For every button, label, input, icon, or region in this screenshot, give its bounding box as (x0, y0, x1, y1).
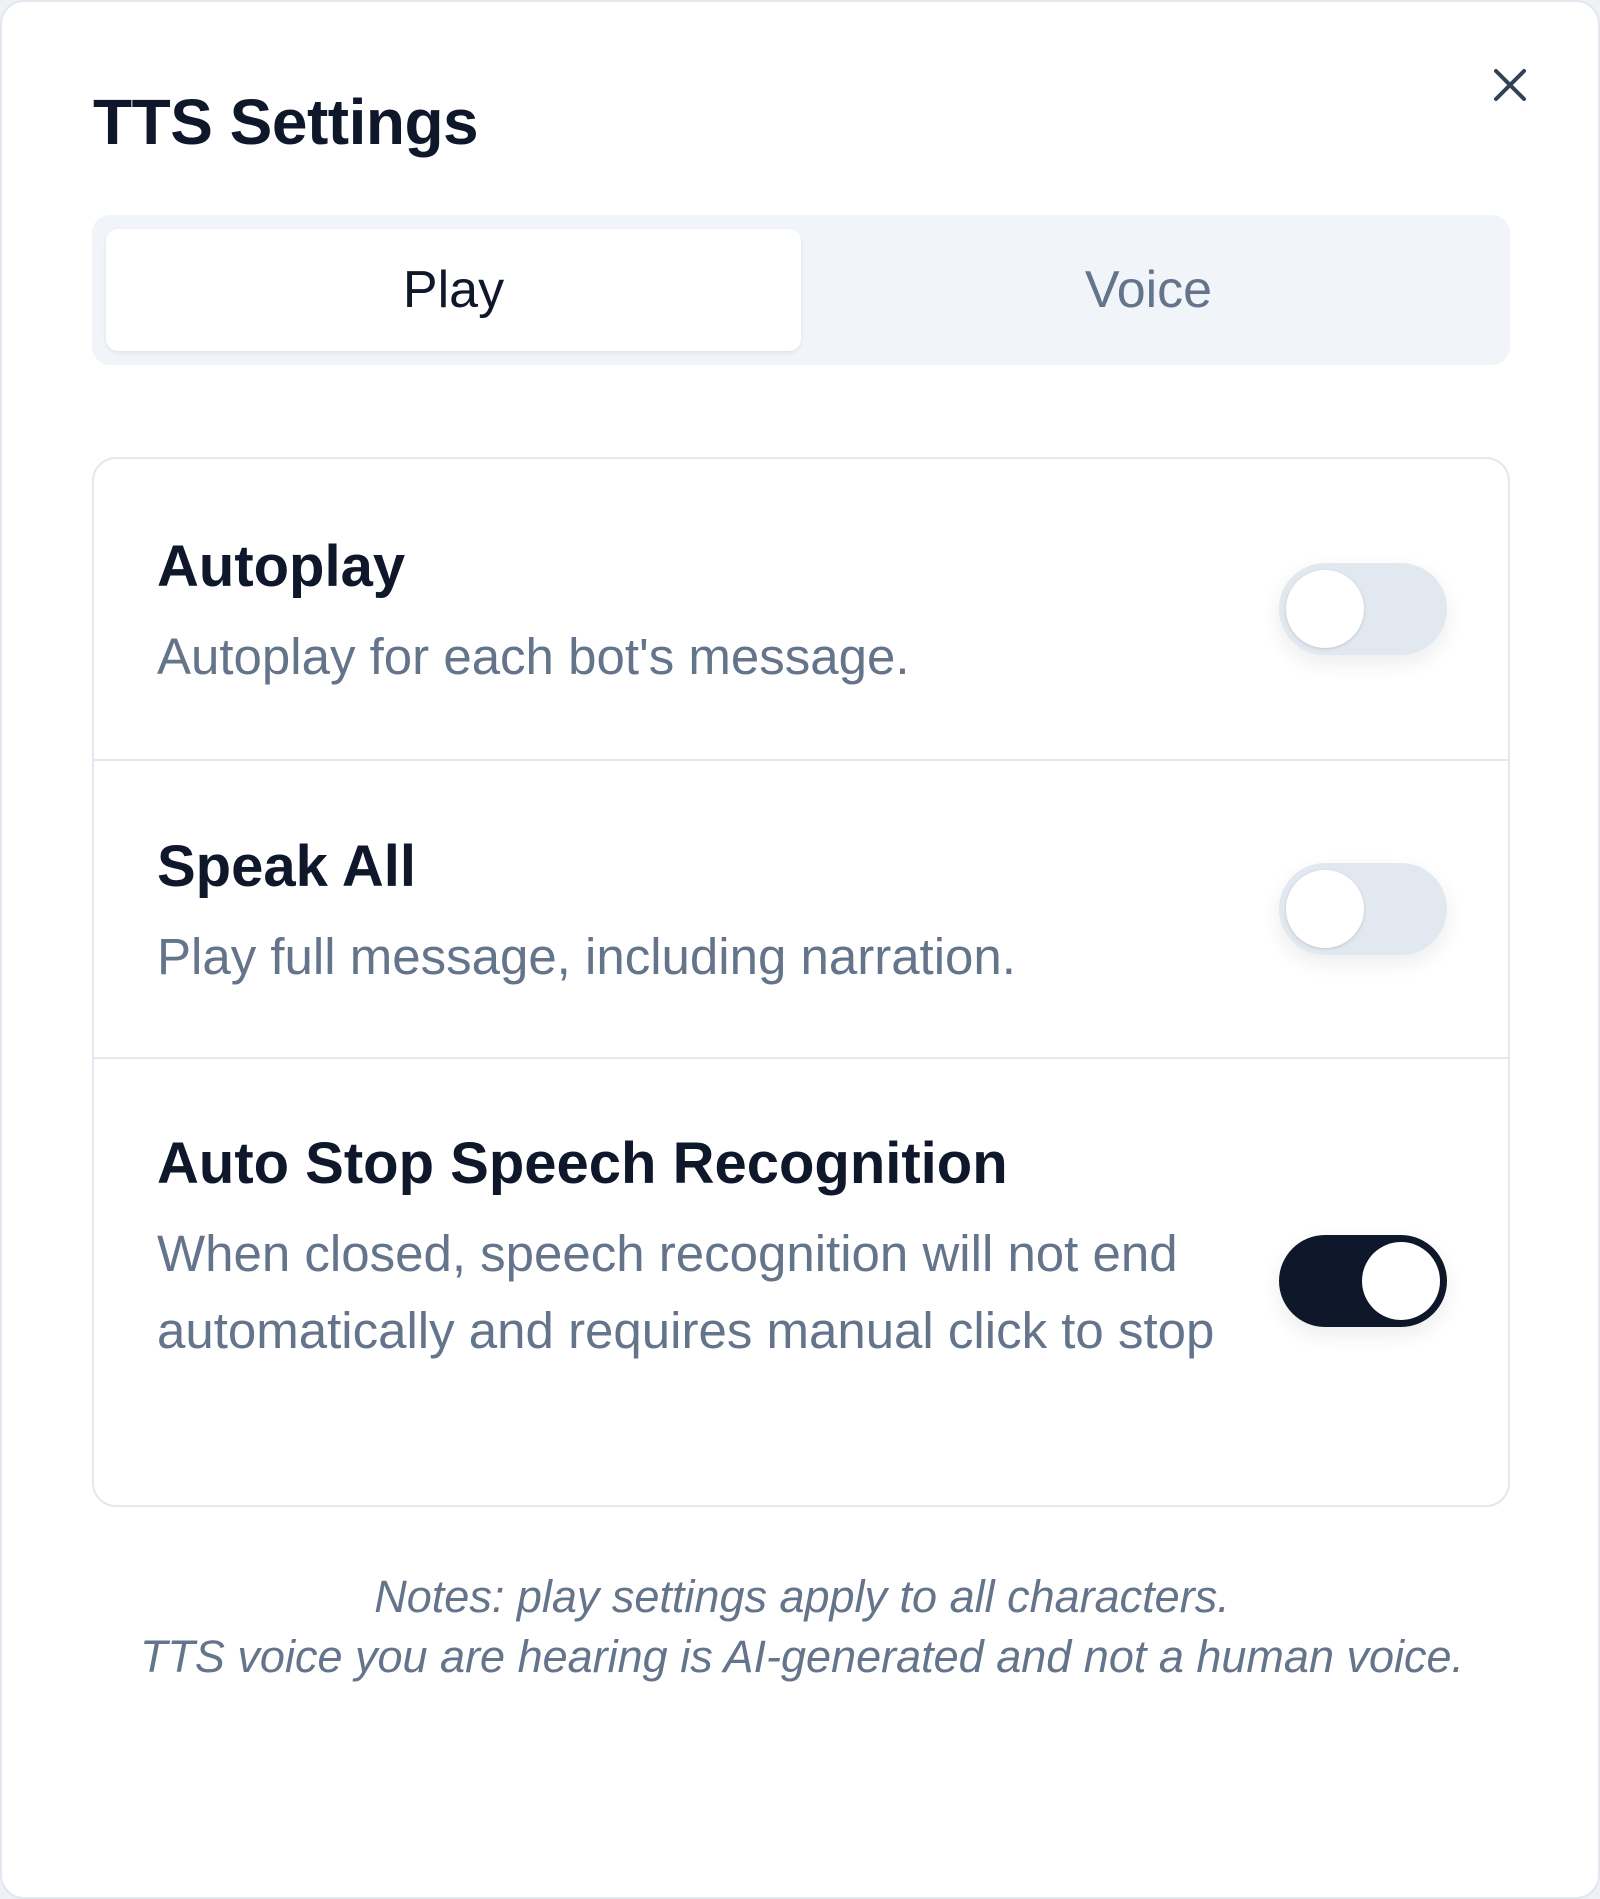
setting-title-speak-all: Speak All (157, 834, 416, 899)
setting-description-speak-all: Play full message, including narration. (157, 928, 1016, 985)
autoplay-toggle[interactable] (1279, 563, 1447, 655)
settings-tabs: Play Voice (92, 215, 1510, 365)
setting-row-auto-stop: Auto Stop Speech Recognition When closed… (94, 1057, 1508, 1505)
notes: Notes: play settings apply to all charac… (122, 1567, 1482, 1687)
speak-all-toggle[interactable] (1279, 863, 1447, 955)
setting-title-autoplay: Autoplay (157, 534, 406, 599)
setting-description-autoplay: Autoplay for each bot's message. (157, 628, 910, 685)
setting-row-speak-all: Speak All Play full message, including n… (94, 759, 1508, 1057)
play-settings-card: Autoplay Autoplay for each bot's message… (92, 457, 1510, 1507)
setting-description-auto-stop: When closed, speech recognition will not… (157, 1225, 1215, 1359)
tab-voice[interactable]: Voice (801, 229, 1496, 351)
toggle-knob (1286, 570, 1364, 648)
tts-settings-dialog: TTS Settings Play Voice Autoplay Autopla… (0, 0, 1600, 1899)
setting-title-auto-stop: Auto Stop Speech Recognition (157, 1131, 1008, 1196)
auto-stop-toggle[interactable] (1279, 1235, 1447, 1327)
setting-row-autoplay: Autoplay Autoplay for each bot's message… (94, 459, 1508, 759)
notes-line-2: TTS voice you are hearing is AI-generate… (139, 1631, 1465, 1682)
dialog-title: TTS Settings (93, 86, 479, 158)
toggle-knob (1286, 870, 1364, 948)
tab-play[interactable]: Play (106, 229, 801, 351)
close-icon (1494, 69, 1526, 101)
notes-line-1: Notes: play settings apply to all charac… (374, 1571, 1230, 1622)
toggle-knob (1362, 1242, 1440, 1320)
close-button[interactable] (1482, 57, 1538, 113)
